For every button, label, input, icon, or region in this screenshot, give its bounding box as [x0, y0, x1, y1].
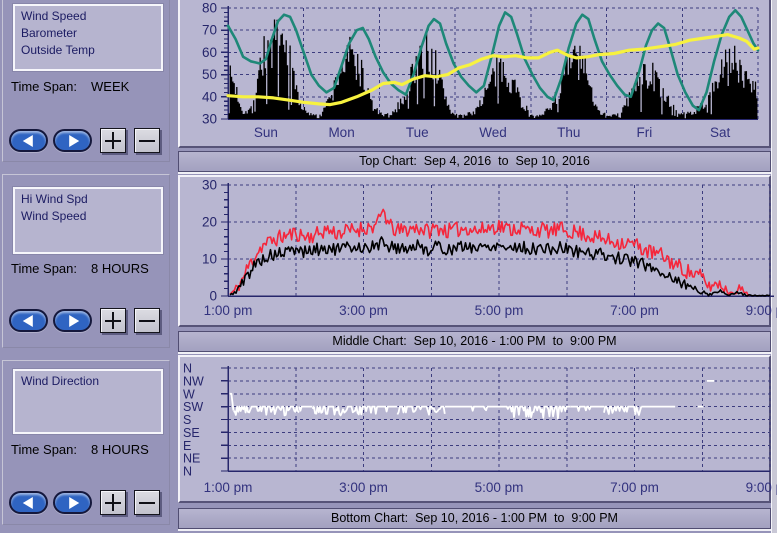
x-axis-label: 3:00 pm — [339, 480, 388, 495]
bottom-chart-plot[interactable]: NNEESESSWWNWN1:00 pm3:00 pm5:00 pm7:00 p… — [178, 355, 777, 503]
weather-chart-window: Wind Speed Barometer Outside Temp Time S… — [0, 0, 777, 533]
y-tick-label: 50 — [202, 67, 217, 82]
control-group-top-chart: Wind Speed Barometer Outside Temp Time S… — [2, 0, 170, 162]
y-tick-label: 20 — [202, 215, 217, 230]
y-tick-label: NE — [183, 452, 200, 466]
x-axis-label: Mon — [328, 125, 354, 140]
y-tick-label: 0 — [209, 289, 217, 304]
legend-item[interactable]: Outside Temp — [15, 42, 161, 59]
time-span-label: Time Span: — [11, 79, 77, 94]
right-arrow-icon — [69, 497, 79, 509]
legend-listbox-top[interactable]: Wind Speed Barometer Outside Temp — [13, 4, 163, 71]
y-tick-label: SE — [183, 426, 200, 440]
left-arrow-icon — [22, 315, 32, 327]
top-chart-plot[interactable]: 30 40 50 60 70 80 Sun Mon Tue Wed Thu Fri Sat — [178, 0, 777, 148]
time-span-value: WEEK — [91, 79, 129, 94]
time-span-row: Time Span: WEEK — [11, 79, 77, 94]
left-arrow-icon — [22, 497, 32, 509]
y-tick-label: E — [183, 439, 191, 453]
y-tick-label: W — [183, 387, 195, 401]
plus-icon-vertical — [112, 312, 114, 329]
legend-item[interactable]: Wind Speed — [15, 8, 161, 25]
prev-button[interactable] — [9, 491, 48, 514]
legend-item[interactable]: Hi Wind Spd — [15, 191, 161, 208]
x-axis-label: Sun — [254, 125, 278, 140]
x-axis-label: 9:00 pm — [746, 303, 777, 318]
series-wind-direction-segment — [509, 407, 570, 419]
zoom-out-button[interactable] — [134, 128, 160, 153]
y-tick-label: S — [183, 413, 191, 427]
next-button[interactable] — [53, 309, 92, 332]
middle-chart-caption: Middle Chart: Sep 10, 2016 - 1:00 PM to … — [178, 331, 771, 352]
series-wind-direction-segment — [445, 407, 509, 411]
x-axis-label: Tue — [406, 125, 429, 140]
y-tick-label: SW — [183, 400, 203, 414]
time-span-row: Time Span: 8 HOURS — [11, 261, 77, 276]
right-arrow-icon — [69, 315, 79, 327]
series-wind-direction-segment — [377, 407, 397, 412]
right-arrow-icon — [69, 135, 79, 147]
x-axis-label: 7:00 pm — [610, 303, 659, 318]
zoom-in-button[interactable] — [100, 308, 126, 333]
time-span-value: 8 HOURS — [91, 442, 149, 457]
next-button[interactable] — [53, 491, 92, 514]
y-tick-label: 10 — [202, 252, 217, 267]
y-tick-label: 60 — [202, 45, 217, 60]
x-axis-label: 7:00 pm — [610, 480, 659, 495]
series-wind-direction-segment — [313, 407, 377, 416]
x-axis-label: 1:00 pm — [204, 303, 253, 318]
y-tick-label: NW — [183, 374, 204, 388]
time-span-value: 8 HOURS — [91, 261, 149, 276]
next-button[interactable] — [53, 129, 92, 152]
x-axis-label: Wed — [479, 125, 507, 140]
zoom-out-button[interactable] — [134, 308, 160, 333]
y-tick-label: N — [183, 465, 192, 479]
series-wind-direction-segment — [570, 407, 604, 411]
prev-button[interactable] — [9, 129, 48, 152]
zoom-in-button[interactable] — [100, 128, 126, 153]
legend-listbox-middle[interactable]: Hi Wind Spd Wind Speed — [13, 187, 163, 254]
minus-icon — [139, 140, 155, 142]
legend-item[interactable]: Wind Direction — [15, 373, 161, 390]
left-arrow-icon — [22, 135, 32, 147]
time-span-row: Time Span: 8 HOURS — [11, 442, 77, 457]
control-group-middle-chart: Hi Wind Spd Wind Speed Time Span: 8 HOUR… — [2, 174, 170, 348]
x-axis-label: 9:00 pm — [746, 480, 777, 495]
legend-item[interactable]: Wind Speed — [15, 208, 161, 225]
zoom-in-button[interactable] — [100, 490, 126, 515]
legend-listbox-bottom[interactable]: Wind Direction — [13, 369, 163, 434]
bottom-chart-caption: Bottom Chart: Sep 10, 2016 - 1:00 PM to … — [178, 508, 771, 529]
middle-chart-plot[interactable]: 0 10 20 30 1:00 pm 3:00 pm 5:00 pm 7:00 pm 9:00 … — [178, 175, 777, 327]
legend-item[interactable]: Barometer — [15, 25, 161, 42]
y-tick-label: N — [183, 362, 192, 376]
x-axis-label: Thu — [557, 125, 580, 140]
series-wind-direction-segment — [299, 407, 313, 411]
y-tick-label: 30 — [202, 112, 217, 127]
y-tick-label: 30 — [202, 178, 217, 193]
x-axis-label: Fri — [637, 125, 653, 140]
minus-icon — [139, 320, 155, 322]
control-group-bottom-chart: Wind Direction Time Span: 8 HOURS — [2, 360, 170, 525]
time-span-label: Time Span: — [11, 442, 77, 457]
y-tick-label: 40 — [202, 89, 217, 104]
x-axis-label: 1:00 pm — [204, 480, 253, 495]
series-wind-direction-segment — [397, 407, 444, 415]
y-tick-label: 70 — [202, 23, 217, 38]
series-wind-direction-segment — [233, 407, 299, 416]
minus-icon — [139, 502, 155, 504]
series-wind-direction-segment — [229, 394, 233, 411]
zoom-out-button[interactable] — [134, 490, 160, 515]
y-tick-label: 80 — [202, 1, 217, 16]
x-axis-label: Sat — [710, 125, 731, 140]
time-span-label: Time Span: — [11, 261, 77, 276]
x-axis-label: 5:00 pm — [475, 303, 524, 318]
plus-icon-vertical — [112, 494, 114, 511]
series-wind-direction-segment — [604, 407, 641, 415]
prev-button[interactable] — [9, 309, 48, 332]
x-axis-label: 5:00 pm — [475, 480, 524, 495]
plus-icon-vertical — [112, 132, 114, 149]
top-chart-caption: Top Chart: Sep 4, 2016 to Sep 10, 2016 — [178, 151, 771, 172]
x-axis-label: 3:00 pm — [339, 303, 388, 318]
